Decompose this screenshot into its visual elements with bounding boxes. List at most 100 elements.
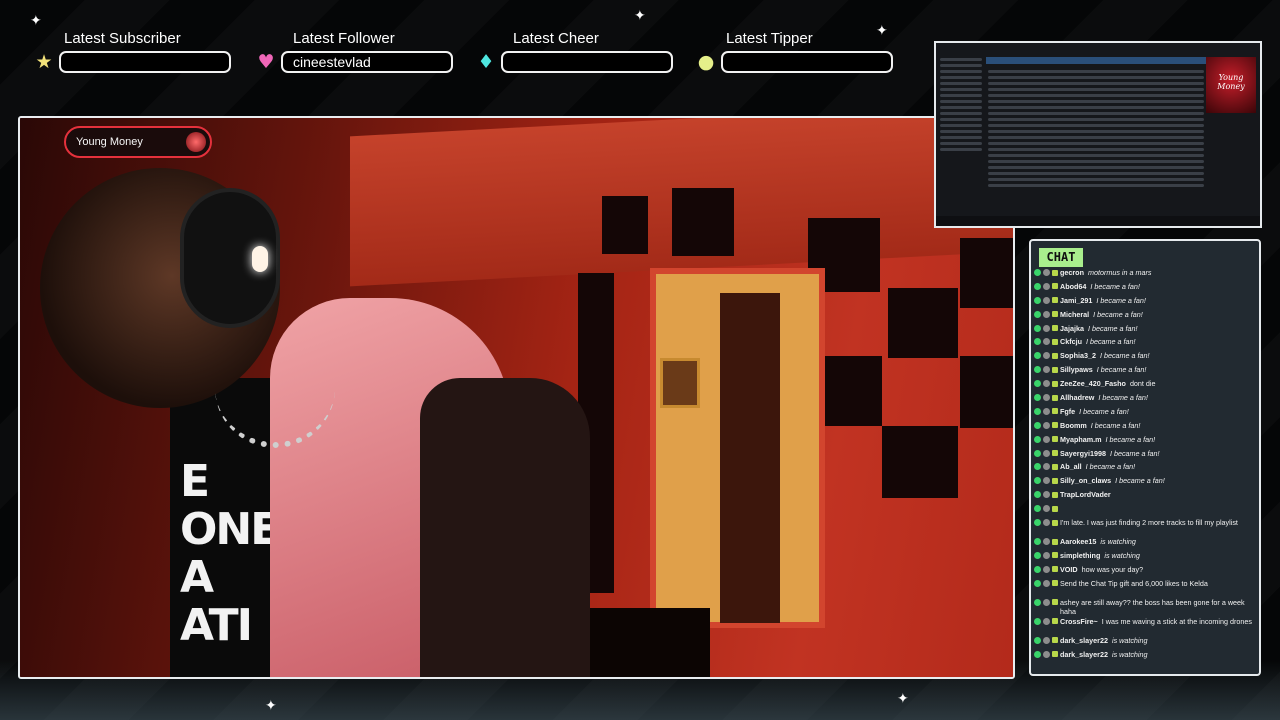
chat-text: I'm late. I was just finding 2 more trac… <box>1060 518 1238 528</box>
chat-username[interactable]: gecron <box>1060 268 1084 277</box>
chat-username[interactable]: Ab_all <box>1060 462 1082 471</box>
avatar <box>1043 598 1050 606</box>
chat-message: Sayergyi1998 I became a fan! <box>1031 449 1259 458</box>
chat-username[interactable]: Sayergyi1998 <box>1060 449 1106 458</box>
fan-badge-icon <box>1052 311 1058 318</box>
chat-text: I was me waving a stick at the incoming … <box>1101 616 1252 626</box>
chat-username[interactable]: Silly_on_claws <box>1060 476 1111 485</box>
fan-badge-icon <box>1052 297 1058 304</box>
chat-text: dont die <box>1129 379 1156 389</box>
chat-message: Boomm I became a fan! <box>1031 421 1259 430</box>
webcam-frame: E ONE A ATI Young Money <box>18 116 1015 679</box>
chat-username[interactable]: VOID <box>1060 565 1078 574</box>
webcam-wall-picture <box>660 358 700 408</box>
chat-username[interactable]: Ckfcju <box>1060 337 1082 346</box>
chat-username[interactable]: Micheral <box>1060 310 1089 319</box>
avatar <box>1043 366 1050 374</box>
chat-message: Myapham.m I became a fan! <box>1031 435 1259 444</box>
level-badge-icon <box>1034 282 1041 290</box>
sparkle-icon: ✦ <box>897 691 909 707</box>
stat-label: Latest Cheer <box>513 30 599 47</box>
fan-badge-icon <box>1052 394 1058 401</box>
acoustic-panel <box>882 426 958 498</box>
acoustic-panel <box>602 196 648 254</box>
stat-latest-follower: Latest Follower ♥ cineestevlad <box>256 30 466 73</box>
chat-username[interactable]: Abod64 <box>1060 282 1086 291</box>
fan-badge-icon <box>1052 450 1058 457</box>
avatar <box>1043 435 1050 443</box>
chat-text: I became a fan! <box>1085 462 1136 472</box>
chat-text: I became a fan! <box>1096 295 1146 305</box>
level-badge-icon <box>1034 394 1041 402</box>
level-badge-icon <box>1034 449 1041 457</box>
level-badge-icon <box>1034 324 1041 332</box>
chat-message <box>1031 504 1259 513</box>
chat-username[interactable]: Fgfe <box>1060 407 1075 416</box>
star-icon: ★ <box>35 51 53 73</box>
chat-username[interactable]: Jami_291 <box>1060 296 1092 305</box>
chat-username[interactable]: Aarokee15 <box>1060 537 1096 546</box>
level-badge-icon <box>1034 519 1041 527</box>
chat-text: I became a fan! <box>1099 351 1150 361</box>
chat-username[interactable]: TrapLordVader <box>1060 490 1111 499</box>
level-badge-icon <box>1034 435 1041 443</box>
stat-label: Latest Follower <box>293 30 395 47</box>
chat-text: I became a fan! <box>1079 406 1129 416</box>
level-badge-icon <box>1034 310 1041 318</box>
fan-badge-icon <box>1052 352 1058 359</box>
chat-text: is watching <box>1111 649 1148 659</box>
chat-username[interactable]: Sophia3_2 <box>1060 351 1096 360</box>
chat-username[interactable]: Jajajka <box>1060 324 1084 333</box>
sparkle-icon: ✦ <box>30 13 42 29</box>
stat-latest-tipper: Latest Tipper ● <box>696 30 906 73</box>
screen-capture-tracklist <box>986 55 1206 220</box>
chat-message: Ckfcju I became a fan! <box>1031 337 1259 346</box>
chat-message: VOID how was your day? <box>1031 565 1259 574</box>
chat-text: I became a fan! <box>1090 420 1141 430</box>
level-badge-icon <box>1034 636 1041 644</box>
chat-text: I became a fan! <box>1109 448 1160 458</box>
chat-message: Ab_all I became a fan! <box>1031 462 1259 471</box>
chat-username[interactable]: dark_slayer22 <box>1060 650 1108 659</box>
avatar <box>1043 519 1050 527</box>
chat-username[interactable]: Allhadrew <box>1060 393 1094 402</box>
chat-username[interactable]: ZeeZee_420_Fasho <box>1060 379 1126 388</box>
avatar <box>1043 394 1050 402</box>
level-badge-icon <box>1034 598 1041 606</box>
fan-badge-icon <box>1052 538 1058 545</box>
chat-header: CHAT <box>1039 248 1083 267</box>
fan-badge-icon <box>1052 436 1058 443</box>
chat-username[interactable]: CrossFire~ <box>1060 617 1098 626</box>
chat-message: ZeeZee_420_Fasho dont die <box>1031 379 1259 388</box>
fan-badge-icon <box>1052 325 1058 332</box>
avatar <box>1043 380 1050 388</box>
chat-panel: CHAT gecron motormus in a mars Abod64 I bec… <box>1029 239 1261 676</box>
webcam-door-opening <box>720 293 780 623</box>
chat-username[interactable]: dark_slayer22 <box>1060 636 1108 645</box>
fan-badge-icon <box>1052 552 1058 559</box>
chat-text: I became a fan! <box>1087 323 1138 333</box>
chat-message: Jami_291 I became a fan! <box>1031 296 1259 305</box>
screen-capture: Young Money <box>934 41 1262 228</box>
chat-text: motormus in a mars <box>1087 268 1152 277</box>
fan-badge-icon <box>1052 651 1058 658</box>
level-badge-icon <box>1034 338 1041 346</box>
chat-message: Abod64 I became a fan! <box>1031 282 1259 291</box>
chat-message: Fgfe I became a fan! <box>1031 407 1259 416</box>
stat-value: cineestevlad <box>281 51 453 73</box>
avatar <box>1043 310 1050 318</box>
coin-icon: ● <box>697 51 715 73</box>
chat-username[interactable]: Sillypaws <box>1060 365 1093 374</box>
chat-username[interactable]: simplething <box>1060 551 1100 560</box>
chat-username[interactable]: Myapham.m <box>1060 435 1102 444</box>
fan-badge-icon <box>1052 422 1058 429</box>
chat-message: Sillypaws I became a fan! <box>1031 365 1259 374</box>
screen-capture-album-art: Young Money <box>1206 57 1256 113</box>
chat-message: Send the Chat Tip gift and 6,000 likes t… <box>1031 579 1259 597</box>
chat-username[interactable]: Boomm <box>1060 421 1087 430</box>
now-playing-pill: Young Money <box>64 126 212 158</box>
stat-value <box>59 51 231 73</box>
heart-icon: ♥ <box>257 51 275 73</box>
avatar <box>1043 538 1050 546</box>
avatar <box>1043 463 1050 471</box>
